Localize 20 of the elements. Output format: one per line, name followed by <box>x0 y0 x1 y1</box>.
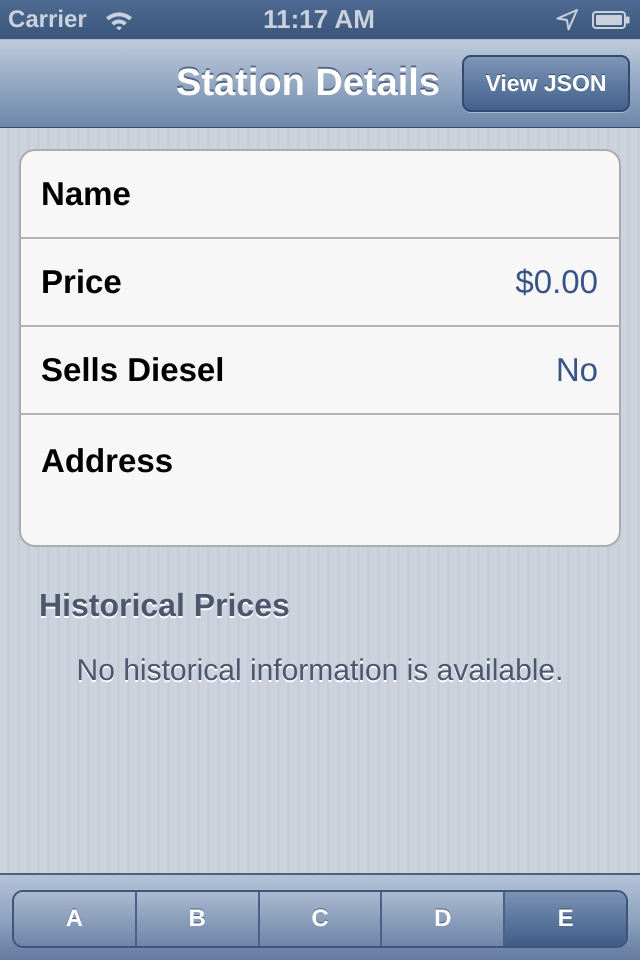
empty-state-message: No historical information is available. <box>76 654 564 688</box>
segment-tab[interactable]: B <box>134 892 258 946</box>
field-value: $0.00 <box>515 263 598 301</box>
segment-tab[interactable]: A <box>14 892 135 946</box>
field-label: Address <box>41 442 174 480</box>
segment-tab[interactable]: D <box>380 892 504 946</box>
field-label: Sells Diesel <box>41 351 224 389</box>
screen-title: Station Details <box>176 62 440 105</box>
field-label: Price <box>41 263 122 301</box>
location-arrow-icon <box>556 8 578 30</box>
field-label: Name <box>41 175 131 213</box>
battery-icon <box>592 10 630 28</box>
segment-tab[interactable]: E <box>503 892 626 946</box>
carrier-text: Carrier <box>8 6 87 34</box>
segment-tab[interactable]: C <box>258 892 380 946</box>
view-json-button[interactable]: View JSON <box>462 55 630 112</box>
wifi-icon <box>104 10 133 30</box>
clock-time: 11:17 AM <box>263 4 375 35</box>
section-heading: Historical Prices <box>39 587 290 624</box>
field-value: No <box>556 351 598 389</box>
